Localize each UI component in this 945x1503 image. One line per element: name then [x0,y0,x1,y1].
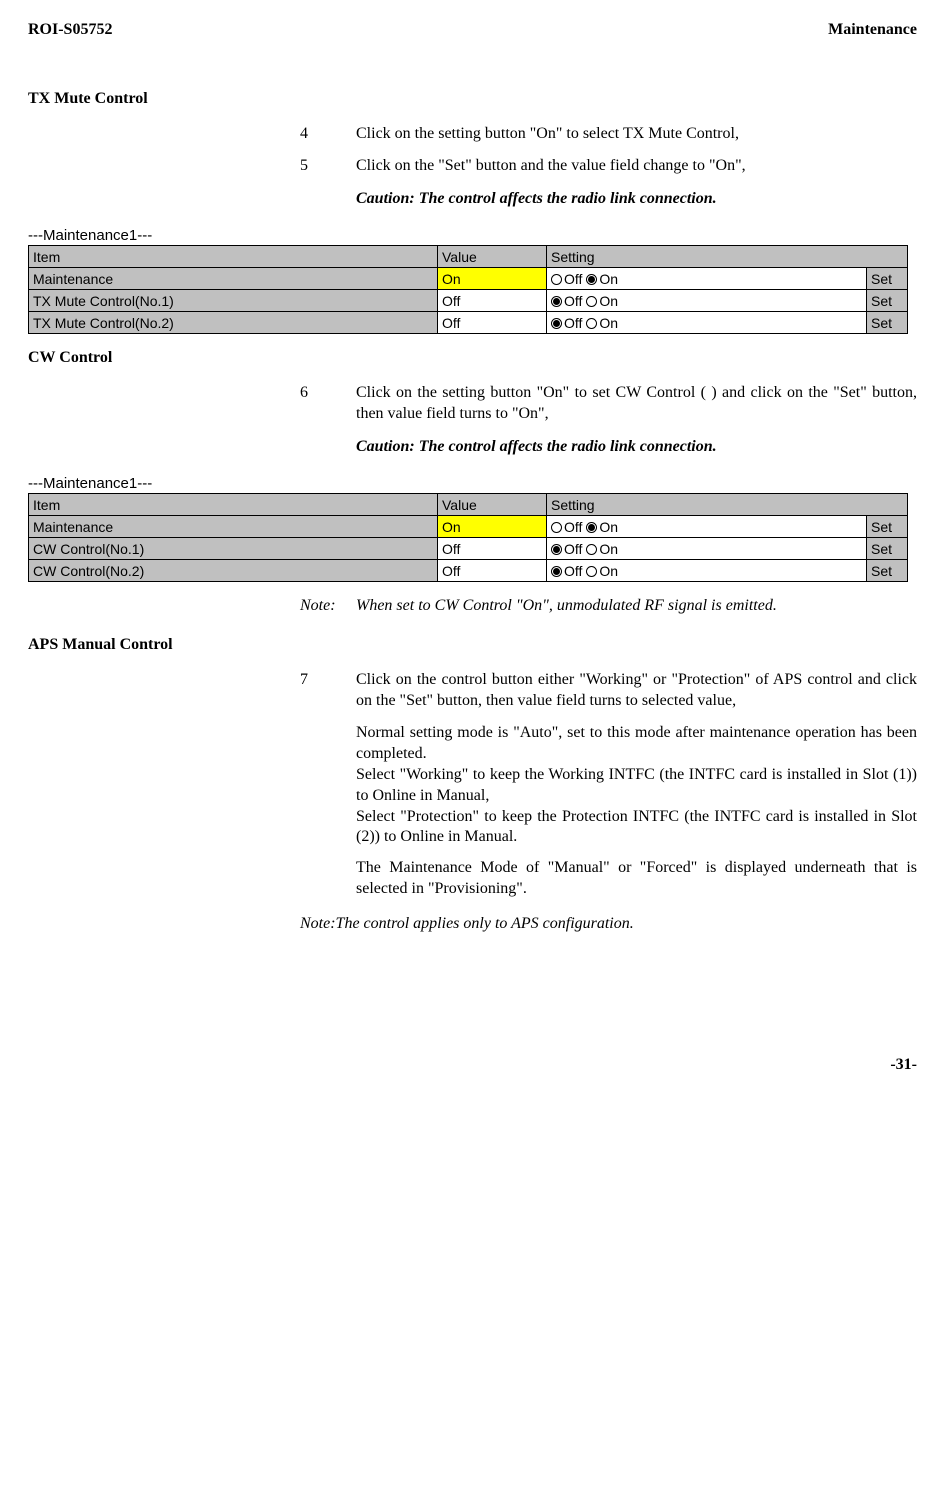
radio-on-label: On [599,271,618,287]
set-button[interactable]: Set [867,290,908,312]
col-setting: Setting [547,246,908,268]
cell-setting: Off On [547,538,867,560]
radio-off[interactable] [551,544,562,555]
col-value: Value [438,246,547,268]
table2-title: ---Maintenance1--- [28,474,917,494]
radio-on-label: On [599,541,618,557]
cell-value: Off [438,312,547,334]
radio-off[interactable] [551,318,562,329]
radio-on-label: On [599,563,618,579]
cell-value: Off [438,290,547,312]
note-aps: Note:The control applies only to APS con… [300,914,917,935]
set-button[interactable]: Set [867,538,908,560]
cell-value: Off [438,560,547,582]
set-button[interactable]: Set [867,516,908,538]
radio-off-label: Off [564,541,586,557]
heading-tx-mute: TX Mute Control [28,89,917,110]
radio-on-label: On [599,315,618,331]
step-number: 7 [300,670,356,712]
radio-off-label: Off [564,271,586,287]
radio-off-label: Off [564,563,586,579]
aps-para-2: Select "Working" to keep the Working INT… [356,765,917,807]
maintenance-table-2: Item Value Setting MaintenanceOnOff OnSe… [28,493,908,582]
aps-para-4: The Maintenance Mode of "Manual" or "For… [356,858,917,900]
table-row: CW Control(No.2)OffOff OnSet [29,560,908,582]
cell-value: On [438,516,547,538]
table-row: MaintenanceOnOff OnSet [29,516,908,538]
caution-tx-mute: Caution: The control affects the radio l… [356,189,917,210]
radio-off[interactable] [551,566,562,577]
cell-item: CW Control(No.1) [29,538,438,560]
col-setting: Setting [547,494,908,516]
page-number: -31- [28,1055,917,1076]
step-text: Click on the "Set" button and the value … [356,156,917,177]
cell-item: Maintenance [29,268,438,290]
aps-para-1: Normal setting mode is "Auto", set to th… [356,723,917,765]
step-number: 5 [300,156,356,177]
aps-para-3: Select "Protection" to keep the Protecti… [356,807,917,849]
step-6: 6 Click on the setting button "On" to se… [300,383,917,425]
table1-title: ---Maintenance1--- [28,226,917,246]
cell-item: CW Control(No.2) [29,560,438,582]
radio-off-label: Off [564,519,586,535]
doc-id: ROI-S05752 [28,20,112,41]
cell-item: TX Mute Control(No.1) [29,290,438,312]
step-5: 5 Click on the "Set" button and the valu… [300,156,917,177]
table-header-row: Item Value Setting [29,246,908,268]
cell-item: TX Mute Control(No.2) [29,312,438,334]
cell-setting: Off On [547,516,867,538]
step-text: Click on the setting button "On" to set … [356,383,917,425]
col-value: Value [438,494,547,516]
step-text: Click on the setting button "On" to sele… [356,124,917,145]
maintenance-table-1: Item Value Setting MaintenanceOnOff OnSe… [28,245,908,334]
cell-setting: Off On [547,268,867,290]
radio-off-label: Off [564,293,586,309]
cell-item: Maintenance [29,516,438,538]
step-4: 4 Click on the setting button "On" to se… [300,124,917,145]
step-text: Click on the control button either "Work… [356,670,917,712]
note-text: When set to CW Control "On", unmodulated… [356,596,917,617]
radio-on[interactable] [586,522,597,533]
cell-setting: Off On [547,312,867,334]
caution-cw: Caution: The control affects the radio l… [356,437,917,458]
radio-on[interactable] [586,318,597,329]
table-row: CW Control(No.1)OffOff OnSet [29,538,908,560]
col-item: Item [29,494,438,516]
set-button[interactable]: Set [867,560,908,582]
step-number: 6 [300,383,356,425]
table-row: MaintenanceOnOff OnSet [29,268,908,290]
cell-value: Off [438,538,547,560]
radio-on[interactable] [586,544,597,555]
note-label: Note: [300,596,356,617]
table-header-row: Item Value Setting [29,494,908,516]
section-title: Maintenance [828,20,917,41]
cell-setting: Off On [547,560,867,582]
step-number: 4 [300,124,356,145]
radio-on[interactable] [586,274,597,285]
heading-aps: APS Manual Control [28,635,917,656]
radio-off[interactable] [551,296,562,307]
cell-value: On [438,268,547,290]
cell-setting: Off On [547,290,867,312]
radio-on[interactable] [586,296,597,307]
radio-off[interactable] [551,522,562,533]
set-button[interactable]: Set [867,268,908,290]
radio-on-label: On [599,519,618,535]
table-row: TX Mute Control(No.2)OffOff OnSet [29,312,908,334]
radio-off-label: Off [564,315,586,331]
step-7: 7 Click on the control button either "Wo… [300,670,917,712]
table-row: TX Mute Control(No.1)OffOff OnSet [29,290,908,312]
radio-on[interactable] [586,566,597,577]
radio-off[interactable] [551,274,562,285]
radio-on-label: On [599,293,618,309]
page-header: ROI-S05752 Maintenance [28,20,917,41]
heading-cw: CW Control [28,348,917,369]
col-item: Item [29,246,438,268]
set-button[interactable]: Set [867,312,908,334]
note-cw: Note: When set to CW Control "On", unmod… [300,596,917,617]
